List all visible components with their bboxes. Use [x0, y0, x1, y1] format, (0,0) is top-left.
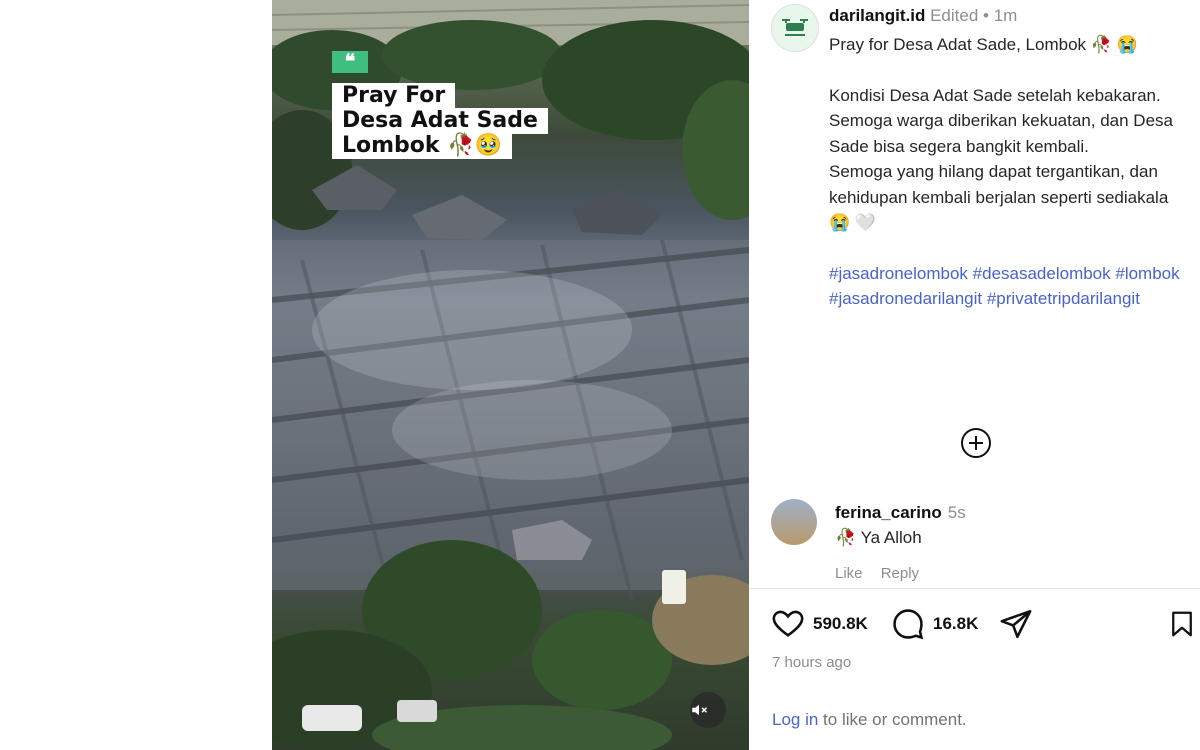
overlay-line-3: Lombok 🥀🥹	[332, 133, 512, 159]
author-username[interactable]: darilangit.id	[829, 6, 925, 25]
like-action[interactable]: 590.8K	[771, 607, 868, 641]
comment-like-button[interactable]: Like	[835, 565, 863, 582]
comment-item: ferina_carino 5s 🥀 Ya Alloh Like Reply	[749, 495, 1200, 585]
divider	[749, 588, 1200, 589]
caption-title: Pray for Desa Adat Sade, Lombok 🥀 😭	[829, 35, 1138, 54]
comment-action[interactable]: 16.8K	[891, 607, 978, 641]
commenter-avatar[interactable]	[771, 499, 817, 545]
comment-header: ferina_carino 5s	[835, 503, 966, 523]
post-time: 1m	[993, 6, 1018, 25]
bookmark-icon	[1172, 611, 1192, 637]
send-paper-plane-icon	[1000, 609, 1032, 639]
load-more-comments-button[interactable]	[960, 427, 992, 459]
action-bar: 590.8K 16.8K	[771, 607, 1200, 643]
caption-line-3: Semoga yang hilang dapat tergantikan, da…	[829, 162, 1169, 232]
dot-separator: •	[983, 6, 989, 25]
hashtag-link[interactable]: #lombok	[1115, 264, 1179, 283]
comment-count: 16.8K	[933, 614, 979, 633]
comment-text: 🥀 Ya Alloh	[835, 528, 922, 547]
post-header: darilangit.id Edited • 1m	[829, 6, 1017, 26]
overlay-line-1: Pray For	[332, 83, 456, 109]
hashtag-link[interactable]: #jasadronelombok	[829, 264, 968, 283]
like-count: 590.8K	[813, 614, 868, 633]
comment-actions: Like Reply	[835, 565, 933, 582]
hashtag-link[interactable]: #jasadronedarilangit	[829, 289, 982, 308]
post-time-ago: 7 hours ago	[772, 654, 852, 671]
comment-bubble-icon	[893, 609, 924, 640]
share-action[interactable]	[999, 607, 1041, 641]
heart-icon	[772, 610, 804, 637]
login-link[interactable]: Log in	[772, 710, 818, 729]
login-prompt: Log in to like or comment.	[772, 710, 967, 730]
post-panel: darilangit.id Edited • 1m Pray for Desa …	[749, 0, 1200, 750]
plus-circle-icon	[961, 428, 991, 458]
caption-line-1: Kondisi Desa Adat Sade setelah kebakaran…	[829, 85, 1161, 105]
save-action[interactable]	[1167, 607, 1200, 641]
post-caption: Pray for Desa Adat Sade, Lombok 🥀 😭 Kond…	[829, 32, 1189, 312]
caption-line-2: Semoga warga diberikan kekuatan, dan Des…	[829, 111, 1173, 156]
commenter-username[interactable]: ferina_carino	[835, 503, 942, 522]
mute-button[interactable]	[690, 692, 726, 728]
overlay-line-2: Desa Adat Sade	[332, 108, 548, 134]
hashtag-link[interactable]: #desasadelombok	[973, 264, 1111, 283]
login-prompt-text: to like or comment.	[818, 710, 967, 729]
edited-label: Edited	[930, 6, 979, 25]
drone-logo-icon	[782, 19, 808, 36]
muted-speaker-icon	[692, 704, 708, 716]
quote-icon: ❝	[332, 51, 368, 73]
post-media[interactable]: ❝ Pray For Desa Adat Sade Lombok 🥀🥹	[272, 0, 749, 750]
comment-reply-button[interactable]: Reply	[881, 565, 919, 582]
comment-time: 5s	[947, 503, 966, 522]
hashtag-link[interactable]: #privatetripdarilangit	[987, 289, 1140, 308]
author-avatar[interactable]	[771, 4, 819, 52]
